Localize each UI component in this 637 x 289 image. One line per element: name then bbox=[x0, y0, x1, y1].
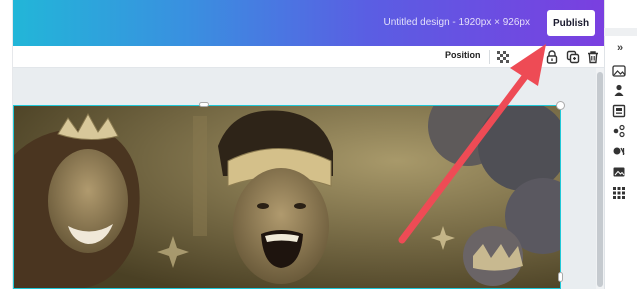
resize-handle-right[interactable] bbox=[558, 272, 563, 282]
collapse-chevron-icon[interactable]: » bbox=[617, 42, 623, 54]
canvas-scroll-thumb[interactable] bbox=[597, 72, 603, 287]
photo-content bbox=[13, 106, 561, 289]
trash-icon[interactable] bbox=[585, 49, 601, 65]
transparency-icon[interactable] bbox=[495, 49, 511, 65]
left-gutter bbox=[0, 0, 13, 289]
position-button[interactable]: Position bbox=[445, 50, 481, 60]
person-icon[interactable] bbox=[612, 83, 626, 97]
top-bar: Untitled design - 1920px × 926px Publish bbox=[13, 0, 604, 46]
photo-icon[interactable] bbox=[612, 64, 626, 78]
image-icon[interactable] bbox=[612, 165, 626, 179]
resize-handle-corner[interactable] bbox=[556, 101, 565, 110]
resize-handle-top[interactable] bbox=[199, 102, 209, 107]
editor-toolbar: Position bbox=[13, 46, 604, 68]
publish-button[interactable]: Publish bbox=[547, 10, 595, 36]
uploads-icon[interactable] bbox=[612, 144, 626, 158]
selected-photo[interactable] bbox=[13, 106, 561, 289]
toolbar-divider bbox=[489, 50, 490, 64]
lock-icon[interactable] bbox=[544, 49, 560, 65]
document-title[interactable]: Untitled design - 1920px × 926px bbox=[384, 17, 531, 28]
grid-icon[interactable] bbox=[612, 186, 626, 200]
template-icon[interactable] bbox=[612, 104, 626, 118]
ruler bbox=[604, 28, 637, 36]
copy-icon[interactable] bbox=[565, 49, 581, 65]
elements-icon[interactable] bbox=[612, 124, 626, 138]
